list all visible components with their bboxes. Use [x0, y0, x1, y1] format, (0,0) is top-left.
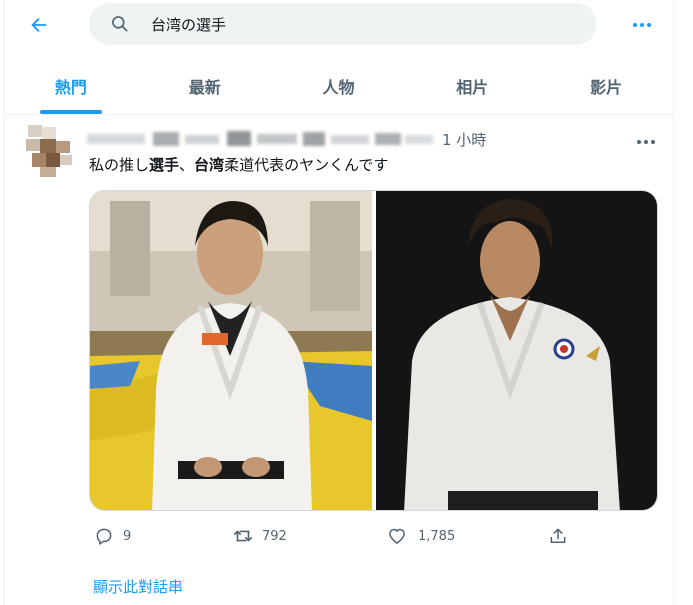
tweet-actions: 9 792 1,785	[89, 519, 589, 553]
tweet-more-button[interactable]	[631, 127, 661, 157]
tab-videos[interactable]: 影片	[539, 56, 673, 114]
more-horizontal-icon	[633, 23, 651, 27]
top-bar	[0, 0, 693, 56]
reply-button[interactable]: 9	[87, 519, 131, 553]
back-button[interactable]	[22, 8, 56, 42]
search-box[interactable]	[89, 3, 597, 45]
reply-icon	[96, 528, 112, 545]
photo-judo-athlete-dojo[interactable]	[90, 191, 372, 510]
avatar[interactable]	[22, 123, 76, 177]
search-icon	[112, 16, 128, 32]
tab-latest[interactable]: 最新	[138, 56, 272, 114]
search-tabs: 熱門 最新 人物 相片 影片	[4, 56, 673, 115]
search-input[interactable]	[151, 11, 571, 37]
share-button[interactable]	[541, 519, 575, 553]
retweet-count: 792	[262, 528, 287, 544]
arrow-left-icon	[31, 17, 47, 33]
retweet-button[interactable]: 792	[226, 519, 287, 553]
tweet-media[interactable]	[89, 190, 658, 511]
tweet[interactable]: 1 小時 私の推し選手、台湾柔道代表のヤンくんです 9 792 1,785 顯示…	[4, 115, 673, 605]
more-options-button[interactable]	[625, 8, 659, 42]
reply-count: 9	[123, 528, 132, 544]
tweet-timestamp[interactable]: 1 小時	[442, 129, 486, 150]
right-border	[673, 0, 674, 605]
username-blurred	[87, 131, 433, 146]
tab-top[interactable]: 熱門	[4, 56, 138, 114]
show-thread-link[interactable]: 顯示此對話串	[93, 576, 183, 597]
photo-judo-athlete-portrait[interactable]	[376, 191, 657, 510]
tab-people[interactable]: 人物	[272, 56, 406, 114]
retweet-icon	[233, 530, 253, 542]
heart-icon	[389, 528, 405, 544]
like-count: 1,785	[418, 528, 456, 544]
like-button[interactable]: 1,785	[380, 519, 455, 553]
tweet-text: 私の推し選手、台湾柔道代表のヤンくんです	[89, 156, 389, 174]
more-horizontal-icon	[637, 140, 655, 144]
tab-photos[interactable]: 相片	[405, 56, 539, 114]
share-icon	[550, 528, 566, 543]
active-tab-indicator	[39, 110, 102, 114]
